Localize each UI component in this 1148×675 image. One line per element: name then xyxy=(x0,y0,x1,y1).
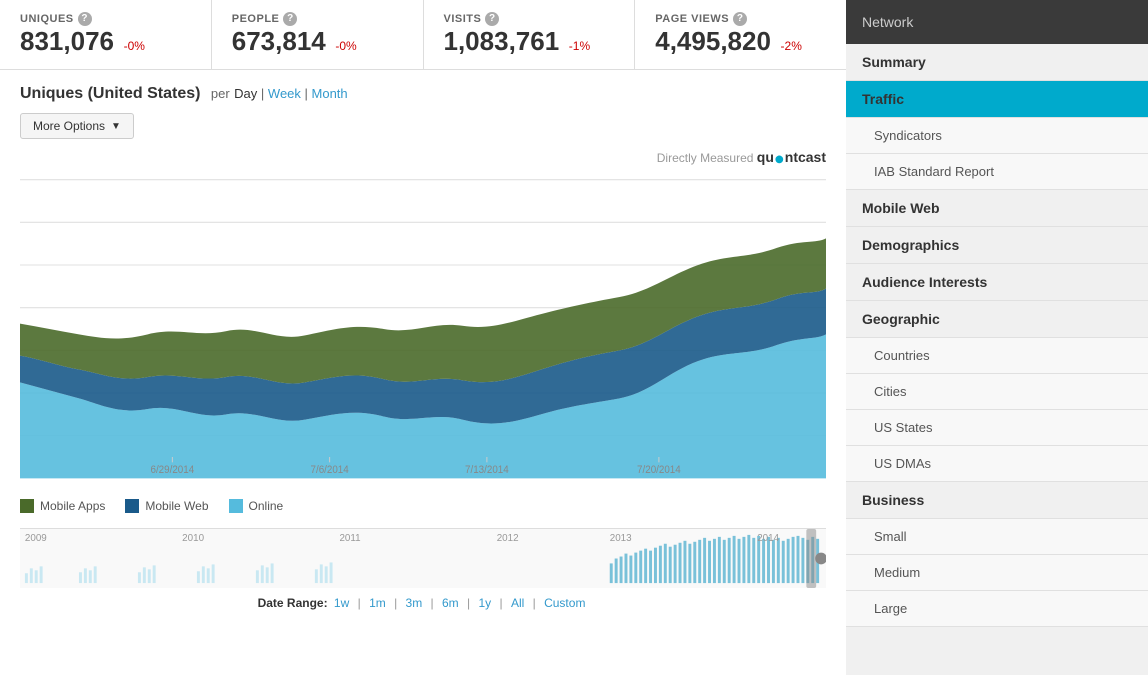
period-month-link[interactable]: Month xyxy=(312,86,348,101)
sidebar-item-iab-report[interactable]: IAB Standard Report xyxy=(846,154,1148,190)
period-day-link[interactable]: Day xyxy=(234,86,257,101)
uniques-info-icon[interactable]: ? xyxy=(78,12,92,26)
date-range-3m[interactable]: 3m xyxy=(406,596,423,610)
sidebar-item-demographics[interactable]: Demographics xyxy=(846,227,1148,264)
svg-text:6/29/2014: 6/29/2014 xyxy=(150,465,194,476)
chart-section: Uniques (United States) per Day | Week |… xyxy=(0,70,846,528)
date-range: Date Range: 1w | 1m | 3m | 6m | 1y | All… xyxy=(0,588,846,618)
sidebar-item-cities[interactable]: Cities xyxy=(846,374,1148,410)
legend-mobile-web: Mobile Web xyxy=(125,499,208,513)
svg-text:7/13/2014: 7/13/2014 xyxy=(465,465,509,476)
chart-container: 1.4M 1.2M 1M 800K 600K 400K 200K 6/29/20… xyxy=(20,169,826,489)
date-range-all[interactable]: All xyxy=(511,596,524,610)
sidebar-item-medium[interactable]: Medium xyxy=(846,555,1148,591)
sidebar-network-header: Network xyxy=(846,0,1148,44)
sidebar-item-summary[interactable]: Summary xyxy=(846,44,1148,81)
sidebar-item-large[interactable]: Large xyxy=(846,591,1148,627)
people-info-icon[interactable]: ? xyxy=(283,12,297,26)
sidebar-item-business[interactable]: Business xyxy=(846,482,1148,519)
area-chart: 1.4M 1.2M 1M 800K 600K 400K 200K 6/29/20… xyxy=(20,169,826,489)
more-options-button[interactable]: More Options ▼ xyxy=(20,113,134,139)
stat-people: PEOPLE ? 673,814 -0% xyxy=(212,0,424,69)
sidebar-item-audience-interests[interactable]: Audience Interests xyxy=(846,264,1148,301)
pageviews-value: 4,495,820 -2% xyxy=(655,26,826,57)
chart-title: Uniques (United States) per Day | Week |… xyxy=(20,85,826,103)
svg-text:2009: 2009 xyxy=(25,533,47,544)
svg-text:7/6/2014: 7/6/2014 xyxy=(311,465,350,476)
sidebar-item-countries[interactable]: Countries xyxy=(846,338,1148,374)
pageviews-info-icon[interactable]: ? xyxy=(733,12,747,26)
legend-mobile-web-color xyxy=(125,499,139,513)
main-content: UNIQUES ? 831,076 -0% PEOPLE ? 673,814 -… xyxy=(0,0,846,675)
stat-visits: VISITS ? 1,083,761 -1% xyxy=(424,0,636,69)
stat-uniques: UNIQUES ? 831,076 -0% xyxy=(0,0,212,69)
svg-text:2010: 2010 xyxy=(182,533,204,544)
legend-online: Online xyxy=(229,499,284,513)
sidebar-item-us-dmas[interactable]: US DMAs xyxy=(846,446,1148,482)
date-range-1m[interactable]: 1m xyxy=(369,596,386,610)
visits-value: 1,083,761 -1% xyxy=(444,26,615,57)
svg-text:2013: 2013 xyxy=(610,533,632,544)
timeline-container[interactable]: 2009 2010 2011 2012 2013 2014 xyxy=(20,528,826,588)
date-range-custom[interactable]: Custom xyxy=(544,596,585,610)
pageviews-label: PAGE VIEWS xyxy=(655,13,729,25)
sidebar-item-traffic[interactable]: Traffic xyxy=(846,81,1148,118)
quantcast-label: Directly Measured qu●ntcast xyxy=(20,149,826,165)
uniques-value: 831,076 -0% xyxy=(20,26,191,57)
date-range-6m[interactable]: 6m xyxy=(442,596,459,610)
svg-text:7/20/2014: 7/20/2014 xyxy=(637,465,681,476)
sidebar-item-mobile-web[interactable]: Mobile Web xyxy=(846,190,1148,227)
chart-legend: Mobile Apps Mobile Web Online xyxy=(20,499,826,513)
legend-mobile-apps-color xyxy=(20,499,34,513)
legend-online-color xyxy=(229,499,243,513)
stat-pageviews: PAGE VIEWS ? 4,495,820 -2% xyxy=(635,0,846,69)
svg-text:2012: 2012 xyxy=(497,533,519,544)
svg-text:2014: 2014 xyxy=(757,533,779,544)
date-range-1w[interactable]: 1w xyxy=(334,596,349,610)
sidebar-item-geographic[interactable]: Geographic xyxy=(846,301,1148,338)
sidebar-item-syndicators[interactable]: Syndicators xyxy=(846,118,1148,154)
visits-label: VISITS xyxy=(444,13,482,25)
people-value: 673,814 -0% xyxy=(232,26,403,57)
visits-info-icon[interactable]: ? xyxy=(485,12,499,26)
sidebar: Network Summary Traffic Syndicators IAB … xyxy=(846,0,1148,675)
period-week-link[interactable]: Week xyxy=(268,86,301,101)
svg-text:2011: 2011 xyxy=(339,533,360,544)
uniques-label: UNIQUES xyxy=(20,13,74,25)
sidebar-item-us-states[interactable]: US States xyxy=(846,410,1148,446)
people-label: PEOPLE xyxy=(232,13,280,25)
timeline-chart[interactable]: 2009 2010 2011 2012 2013 2014 xyxy=(20,529,826,588)
date-range-1y[interactable]: 1y xyxy=(478,596,491,610)
stats-bar: UNIQUES ? 831,076 -0% PEOPLE ? 673,814 -… xyxy=(0,0,846,70)
legend-mobile-apps: Mobile Apps xyxy=(20,499,105,513)
sidebar-item-small[interactable]: Small xyxy=(846,519,1148,555)
chevron-down-icon: ▼ xyxy=(111,121,121,132)
